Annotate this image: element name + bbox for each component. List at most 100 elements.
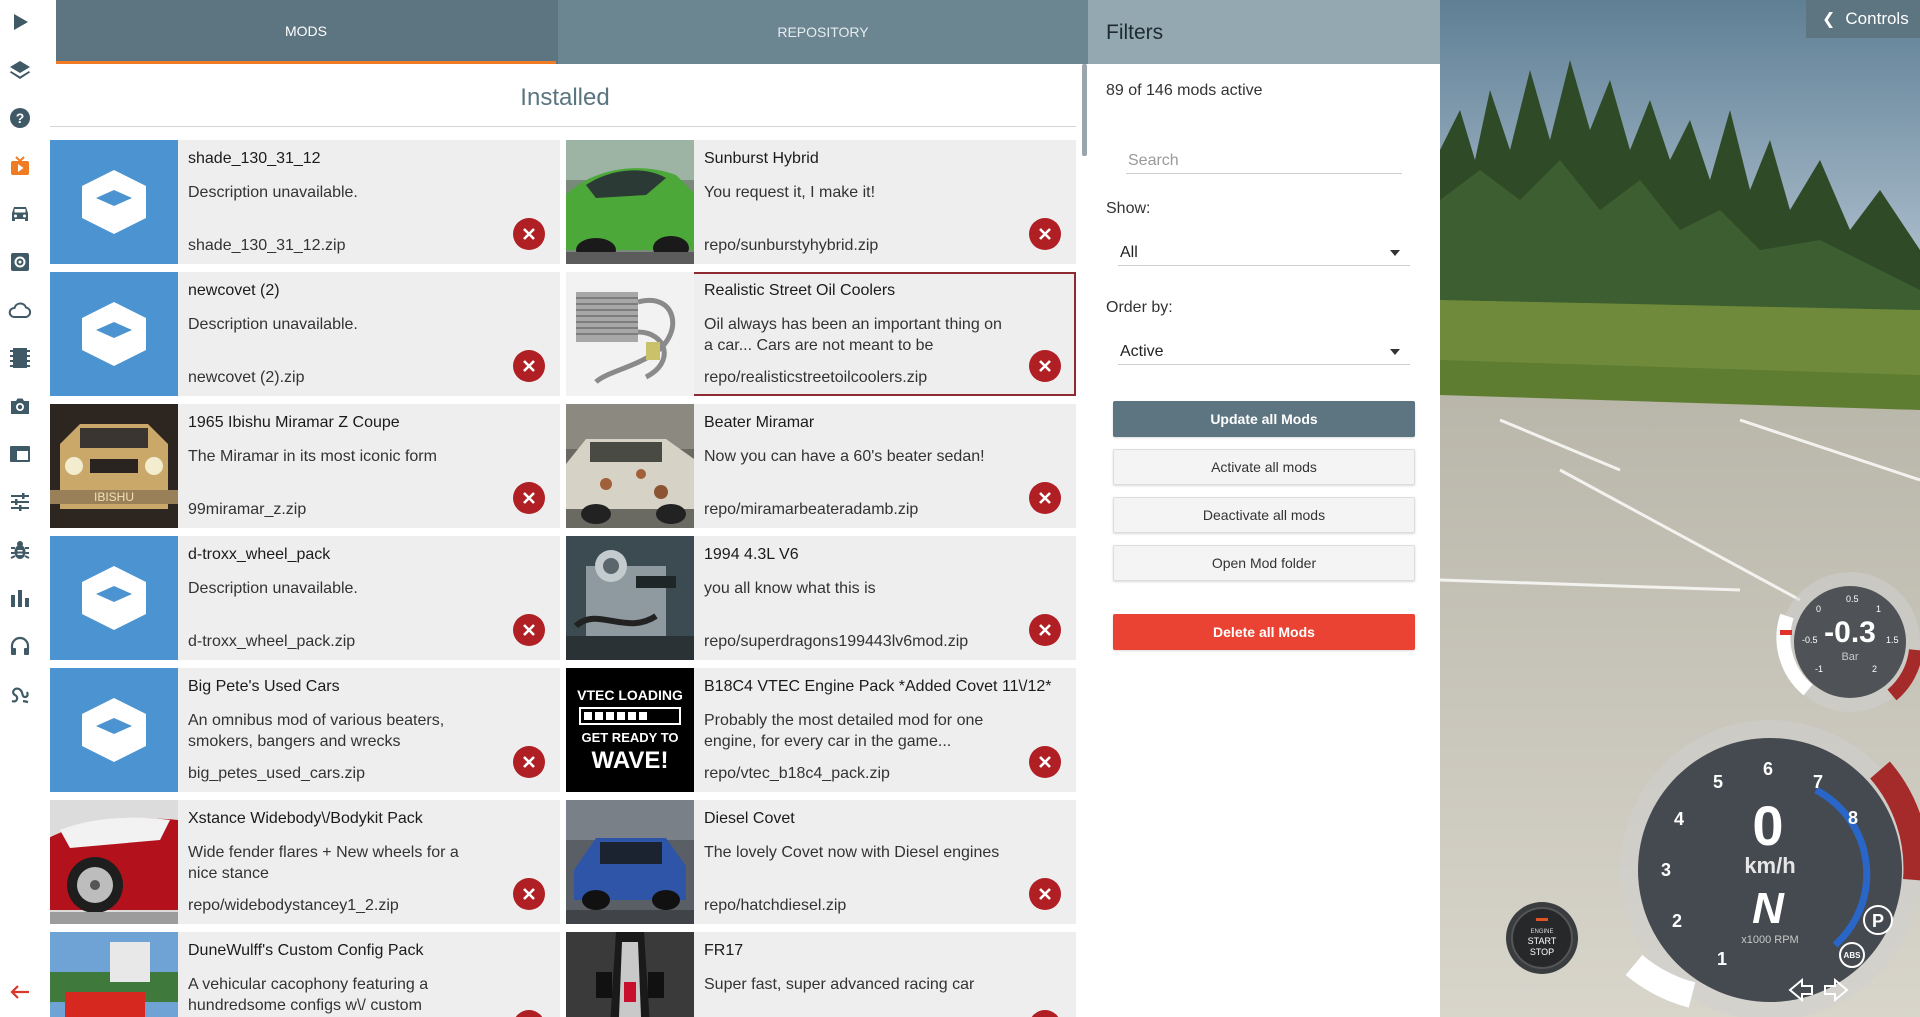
tab-repository[interactable]: REPOSITORY — [558, 0, 1088, 64]
delete-mod-button[interactable] — [513, 878, 545, 910]
mod-card[interactable]: shade_130_31_12 Description unavailable.… — [50, 140, 560, 264]
mod-card[interactable]: Beater Miramar Now you can have a 60's b… — [566, 404, 1076, 528]
mod-filename: repo/miramarbeateradamb.zip — [704, 501, 919, 518]
installed-heading: Installed — [520, 84, 610, 111]
rpm-tick: 6 — [1763, 759, 1773, 779]
scrollbar[interactable] — [1082, 64, 1087, 156]
mod-default-thumbnail — [50, 536, 178, 660]
mod-thumbnail-dune — [50, 932, 178, 1017]
play-icon[interactable] — [0, 2, 40, 42]
delete-mod-button[interactable] — [513, 482, 545, 514]
mod-filename: repo/widebodystancey1_2.zip — [188, 897, 399, 914]
mod-card[interactable]: VTEC LOADING GET READY TO WAVE! B18C4 VT… — [566, 668, 1076, 792]
rpm-tick: 3 — [1661, 860, 1671, 880]
mod-thumbnail-green-car — [566, 140, 694, 264]
mod-default-thumbnail — [50, 140, 178, 264]
dropdown-caret-icon — [1390, 250, 1400, 256]
boost-tick: 0 — [1816, 604, 1821, 614]
miramar-plate-text: IBISHU — [94, 490, 134, 504]
mod-card[interactable]: IBISHU 1965 Ibishu Miramar Z Coupe The M… — [50, 404, 560, 528]
delete-mod-button[interactable] — [513, 218, 545, 250]
scenario-icon[interactable] — [0, 674, 40, 714]
performance-chart-icon[interactable] — [0, 578, 40, 618]
close-icon — [1039, 492, 1051, 504]
mod-card[interactable]: newcovet (2) Description unavailable. ne… — [50, 272, 560, 396]
back-arrow-icon[interactable] — [0, 972, 40, 1012]
help-icon[interactable]: ? — [0, 98, 40, 138]
delete-mod-button[interactable] — [513, 350, 545, 382]
ui-apps-icon[interactable] — [0, 434, 40, 474]
delete-mod-button[interactable] — [1029, 482, 1061, 514]
environment-icon[interactable] — [0, 290, 40, 330]
close-icon — [1039, 888, 1051, 900]
controls-button[interactable]: ❮ Controls — [1806, 0, 1920, 38]
mod-card[interactable]: d-troxx_wheel_pack Description unavailab… — [50, 536, 560, 660]
filters-title: Filters — [1106, 21, 1164, 44]
replay-icon[interactable] — [0, 338, 40, 378]
debug-bug-icon[interactable] — [0, 530, 40, 570]
svg-text:?: ? — [16, 110, 25, 126]
engine-btn-line: STOP — [1530, 947, 1554, 957]
options-sliders-icon[interactable] — [0, 482, 40, 522]
activate-all-mods-button[interactable]: Activate all mods — [1113, 449, 1415, 485]
mod-filename: repo/vtec_b18c4_pack.zip — [704, 765, 890, 782]
mod-name: Beater Miramar — [704, 414, 815, 431]
layers-icon[interactable] — [0, 50, 40, 90]
dropdown-caret-icon — [1390, 349, 1400, 355]
open-mod-folder-button[interactable]: Open Mod folder — [1113, 545, 1415, 581]
mod-description: Wide fender flares + New wheels for a ni… — [188, 844, 459, 882]
mod-card[interactable]: DuneWulff's Custom Config Pack A vehicul… — [50, 932, 560, 1017]
delete-mod-button[interactable] — [1029, 878, 1061, 910]
deactivate-all-mods-button[interactable]: Deactivate all mods — [1113, 497, 1415, 533]
mod-filename: big_petes_used_cars.zip — [188, 765, 366, 782]
mod-card[interactable]: Diesel Covet The lovely Covet now with D… — [566, 800, 1076, 924]
mod-card[interactable]: Big Pete's Used Cars An omnibus mod of v… — [50, 668, 560, 792]
vtec-line-1: VTEC LOADING — [577, 687, 683, 703]
show-select[interactable]: All — [1118, 236, 1410, 266]
mod-card[interactable]: 1994 4.3L V6 you all know what this is r… — [566, 536, 1076, 660]
vehicle-config-icon[interactable] — [0, 242, 40, 282]
delete-all-mods-button[interactable]: Delete all Mods — [1113, 614, 1415, 650]
mods-icon[interactable] — [0, 146, 40, 186]
speed-value: 0 — [1752, 794, 1783, 857]
mod-thumbnail-engine — [566, 536, 694, 660]
boost-tick: -0.5 — [1802, 635, 1818, 645]
vehicle-icon[interactable] — [0, 194, 40, 234]
mod-name: shade_130_31_12 — [188, 150, 321, 167]
mod-card[interactable]: FR17 Super fast, super advanced racing c… — [566, 932, 1076, 1017]
delete-mod-button[interactable] — [1029, 746, 1061, 778]
delete-mod-button[interactable] — [513, 614, 545, 646]
divider — [50, 126, 1076, 127]
boost-tick: 2 — [1872, 664, 1877, 674]
mod-description: Oil always has been an important thing o… — [704, 316, 1002, 354]
mod-thumbnail-miramar: IBISHU — [50, 404, 178, 528]
camera-icon[interactable] — [0, 386, 40, 426]
mod-thumbnail-blue-car — [566, 800, 694, 924]
mod-name: Diesel Covet — [704, 810, 795, 827]
audio-headphones-icon[interactable] — [0, 626, 40, 666]
delete-mod-button[interactable] — [1029, 350, 1061, 382]
mod-filename: repo/superdragons199443lv6mod.zip — [704, 633, 969, 650]
mod-card[interactable]: Xstance Widebody\/Bodykit Pack Wide fend… — [50, 800, 560, 924]
update-all-mods-button[interactable]: Update all Mods — [1113, 401, 1415, 437]
mod-filename: repo/realisticstreetoilcoolers.zip — [704, 369, 928, 386]
vtec-line-3: WAVE! — [592, 747, 669, 774]
delete-mod-button[interactable] — [1029, 218, 1061, 250]
rpm-tick: 7 — [1813, 772, 1823, 792]
tab-mods[interactable]: MODS — [56, 0, 556, 64]
mod-default-thumbnail — [50, 272, 178, 396]
mod-name: B18C4 VTEC Engine Pack *Added Covet 11\/… — [704, 678, 1052, 695]
game-viewport: 0 0.5 1 1.5 2 -1 -0.5 -0.3 Bar 1 2 3 4 5… — [1440, 0, 1920, 1017]
mod-name: Big Pete's Used Cars — [188, 678, 340, 695]
delete-mod-button[interactable] — [1029, 1010, 1061, 1017]
delete-mod-button[interactable] — [513, 1010, 545, 1017]
search-input[interactable] — [1126, 148, 1402, 174]
mod-card[interactable]: Sunburst Hybrid You request it, I make i… — [566, 140, 1076, 264]
mod-card-selected[interactable]: Realistic Street Oil Coolers Oil always … — [566, 272, 1076, 396]
delete-mod-button[interactable] — [1029, 614, 1061, 646]
package-cube-icon — [82, 566, 146, 630]
order-select[interactable]: Active — [1118, 335, 1410, 365]
close-icon — [523, 624, 535, 636]
delete-mod-button[interactable] — [513, 746, 545, 778]
mod-name: 1965 Ibishu Miramar Z Coupe — [188, 414, 400, 431]
